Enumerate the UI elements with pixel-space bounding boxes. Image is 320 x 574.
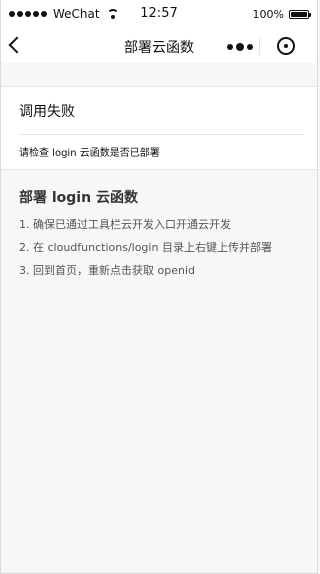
instruction-step: 1. 确保已通过工具栏云开发入口开通云开发 xyxy=(19,218,231,231)
error-message: 请检查 login 云函数是否已部署 xyxy=(19,148,160,159)
instructions-title: 部署 login 云函数 xyxy=(19,190,138,206)
more-menu-icon[interactable] xyxy=(227,40,253,51)
close-mini-program-icon[interactable] xyxy=(277,37,295,55)
battery-percent: 100% xyxy=(252,8,284,21)
navigation-bar: 部署云函数 xyxy=(1,30,317,63)
deploy-instructions: 部署 login 云函数 1. 确保已通过工具栏云开发入口开通云开发 2. 在 … xyxy=(1,170,317,282)
section-gap xyxy=(1,63,317,86)
status-bar: WeChat 12:57 100% xyxy=(1,0,317,30)
instruction-step: 3. 回到首页，重新点击获取 openid xyxy=(19,264,195,277)
error-card: 调用失败 请检查 login 云函数是否已部署 xyxy=(1,86,317,170)
status-right: 100% xyxy=(252,8,311,21)
instruction-step: 2. 在 cloudfunctions/login 目录上右键上传并部署 xyxy=(19,241,272,254)
battery-icon xyxy=(289,10,311,19)
phone-frame: WeChat 12:57 100% 部署云函数 调用失败 请检查 login 云… xyxy=(0,0,318,574)
mini-program-capsule xyxy=(213,30,305,63)
error-title: 调用失败 xyxy=(19,87,304,135)
capsule-divider xyxy=(259,38,260,55)
